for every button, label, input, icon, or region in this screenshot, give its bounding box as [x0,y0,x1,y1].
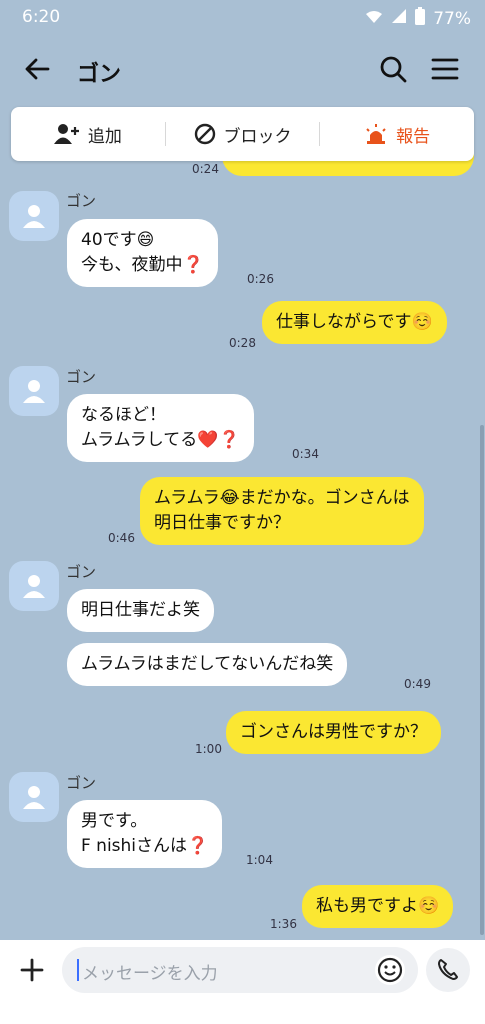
search-icon[interactable] [378,54,408,84]
block-button[interactable]: ブロック [166,107,320,161]
alarm-icon [366,124,386,144]
signal-icon [391,8,407,29]
message-bubble-in[interactable]: なるほど！ ムラムラしてる❤️❓ [67,394,254,462]
report-button[interactable]: 報告 [320,107,474,161]
person-icon [23,575,45,598]
sender-name: ゴン [66,563,97,581]
input-placeholder: メッセージを入力 [82,964,218,984]
message-time: 1:04 [246,853,273,867]
message-time: 0:26 [247,272,274,286]
message-bubble-out[interactable]: ゴンさんは男性ですか？ [226,711,441,754]
message-time: 1:36 [270,917,297,931]
avatar[interactable] [9,366,59,416]
message-input-bar: メッセージを入力 [0,940,485,1000]
navigation-bar [0,1000,485,1024]
person-icon [23,380,45,403]
message-bubble-in[interactable]: 40です😄 今も、夜勤中❓ [67,219,218,287]
emoji-icon[interactable] [375,955,405,985]
message-time: 0:24 [192,162,219,176]
add-person-icon [53,124,79,144]
message-bubble-out[interactable]: 私も男ですよ☺️ [302,885,454,928]
message-bubble-out[interactable]: ムラムラ😂まだかな。ゴンさんは 明日仕事ですか？ [140,477,424,545]
status-bar: 6:20 77% [0,0,485,34]
status-icons: 77% [365,7,471,30]
message-time: 0:34 [292,447,319,461]
plus-icon[interactable] [18,956,46,984]
wifi-icon [365,9,383,29]
message-bubble-in[interactable]: 明日仕事だよ笑 [67,589,214,632]
chat-header: ゴン [0,34,485,106]
battery-level: 77% [433,8,471,29]
sender-name: ゴン [66,368,97,386]
phone-icon[interactable] [426,948,470,992]
message-bubble-in[interactable]: ムラムラはまだしてないんだね笑 [67,643,348,686]
person-icon [23,786,45,809]
add-friend-button[interactable]: 追加 [11,107,165,161]
sender-name: ゴン [66,774,97,792]
sender-name: ゴン [66,192,97,210]
add-label: 追加 [87,126,122,147]
chat-title: ゴン [77,62,122,87]
person-icon [23,205,45,228]
report-label: 報告 [396,126,431,147]
status-time: 6:20 [22,7,61,27]
message-time: 0:46 [108,531,135,545]
scrollbar[interactable] [480,425,484,935]
message-input[interactable]: メッセージを入力 [62,947,418,993]
text-cursor [77,959,79,981]
avatar[interactable] [9,561,59,611]
avatar[interactable] [9,772,59,822]
battery-icon [415,7,426,30]
avatar[interactable] [9,191,59,241]
block-icon [194,123,215,145]
menu-icon[interactable] [430,54,460,84]
message-bubble-out[interactable]: 仕事しながらです☺️ [262,301,447,344]
message-time: 1:00 [195,742,222,756]
action-bar: 追加 ブロック 報告 [11,107,474,161]
message-bubble-in[interactable]: 男です。 F nishiさんは❓ [67,800,223,868]
message-time: 0:49 [404,677,431,691]
message-time: 0:28 [229,336,256,350]
back-arrow-icon[interactable] [22,54,52,84]
block-label: ブロック [223,126,292,147]
